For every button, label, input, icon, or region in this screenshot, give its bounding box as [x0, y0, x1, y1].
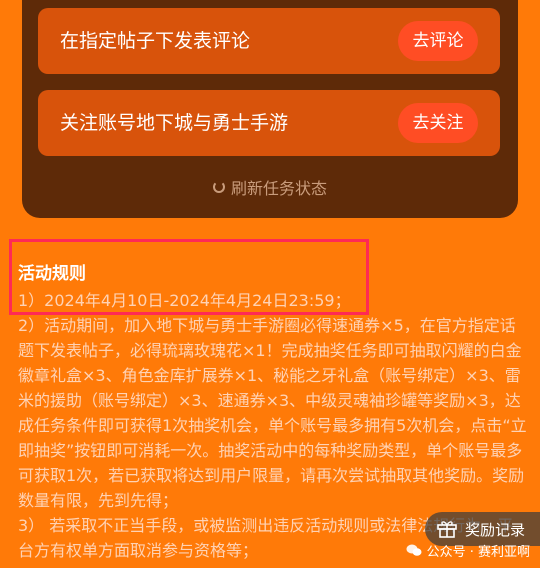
comment-button[interactable]: 去评论 [398, 21, 478, 61]
gift-icon [437, 521, 457, 538]
task-panel: 在指定帖子下发表评论 去评论 关注账号地下城与勇士手游 去关注 刷新任务状态 [22, 0, 518, 218]
task-card-follow: 关注账号地下城与勇士手游 去关注 [38, 90, 500, 156]
reward-record-label: 奖励记录 [465, 520, 526, 539]
refresh-label: 刷新任务状态 [230, 179, 327, 198]
highlight-annotation-box [9, 239, 369, 315]
watermark-text: 公众号 · 赛利亚啊 [426, 544, 530, 560]
task-card-comment: 在指定帖子下发表评论 去评论 [38, 8, 500, 74]
follow-button[interactable]: 去关注 [398, 103, 478, 143]
refresh-task-status-button[interactable]: 刷新任务状态 [22, 174, 518, 200]
task-label: 在指定帖子下发表评论 [60, 30, 251, 52]
wechat-icon [406, 544, 422, 556]
task-label: 关注账号地下城与勇士手游 [60, 112, 289, 134]
rules-line: 2）活动期间，加入地下城与勇士手游圈必得速通券×5，在官方指定话题下发表帖子，必… [18, 316, 527, 510]
watermark: 公众号 · 赛利亚啊 [406, 540, 530, 560]
refresh-icon [212, 181, 225, 193]
